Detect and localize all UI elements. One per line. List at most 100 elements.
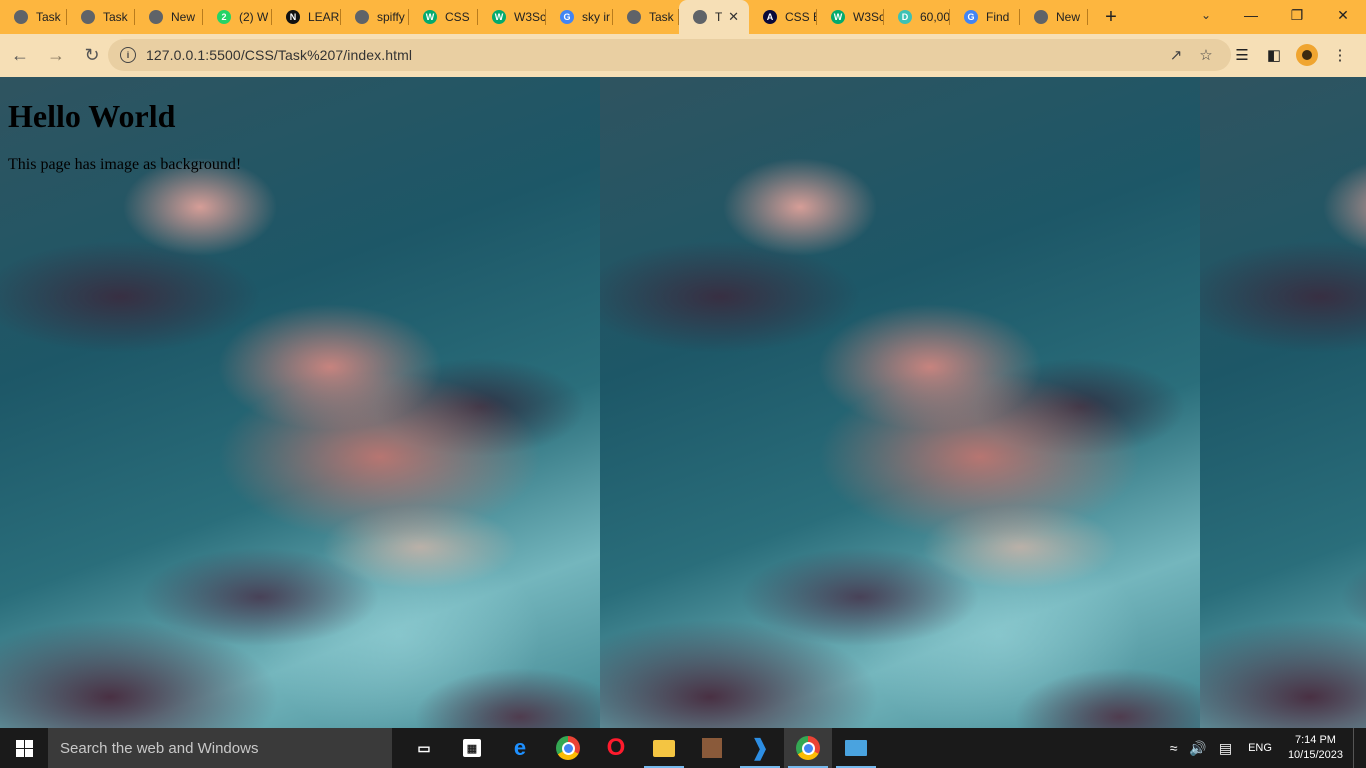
back-button[interactable]: ←	[4, 40, 36, 72]
background-image-tile	[1200, 77, 1366, 728]
browser-tab[interactable]: A CSS E	[749, 0, 817, 34]
tab-title: W3Sc	[853, 10, 884, 24]
notification-message-icon[interactable]: ▤	[1219, 740, 1232, 757]
new-tab-button[interactable]: +	[1094, 0, 1128, 34]
tab-list: Task Task New 2 (2) W N LEAR spiffy W CSS W W3Sc Gsk…	[0, 0, 1088, 34]
browser-tab[interactable]: Task	[67, 0, 135, 34]
codepen-icon: A	[763, 10, 777, 24]
tab-title: New	[171, 10, 196, 24]
vscode-app-button[interactable]: ❱	[736, 728, 784, 768]
browser-tab[interactable]: D 60,00	[884, 0, 950, 34]
w3schools-icon: W	[831, 10, 845, 24]
wifi-icon[interactable]: ≈	[1170, 740, 1178, 756]
globe-icon	[693, 10, 707, 24]
photo-app-button[interactable]	[688, 728, 736, 768]
globe-icon	[355, 10, 369, 24]
opera-icon: O	[606, 734, 626, 761]
tab-search-chevron-icon[interactable]: ⌄	[1192, 0, 1220, 30]
d-icon: D	[898, 10, 912, 24]
browser-tab[interactable]: T ✕	[679, 0, 749, 34]
tab-title: Task	[103, 10, 128, 24]
google-icon: G	[560, 10, 574, 24]
chrome-profile-app-button[interactable]	[784, 728, 832, 768]
w3schools-icon: W	[423, 10, 437, 24]
tab-title: T	[715, 10, 723, 24]
chrome-app-button[interactable]	[544, 728, 592, 768]
globe-icon	[14, 10, 28, 24]
tab-title: 60,00	[920, 10, 950, 24]
system-tray: ≈ 🔊 ▤ ENG 7:14 PM 10/15/2023	[1164, 728, 1366, 768]
whatsapp-icon: 2	[217, 10, 231, 24]
edge-app-button[interactable]: e	[496, 728, 544, 768]
page-viewport: Hello World This page has image as backg…	[0, 77, 1366, 728]
browser-tab[interactable]: 2 (2) W	[203, 0, 272, 34]
browser-toolbar: ← → ↻ i 127.0.0.1:5500/CSS/Task%207/inde…	[0, 34, 1366, 77]
globe-icon	[81, 10, 95, 24]
share-icon[interactable]: ↗	[1161, 46, 1191, 64]
person-icon	[1302, 50, 1312, 60]
clock-date: 10/15/2023	[1287, 749, 1343, 761]
address-bar[interactable]: i 127.0.0.1:5500/CSS/Task%207/index.html…	[108, 39, 1231, 71]
page-heading: Hello World	[8, 98, 176, 134]
media-queue-icon[interactable]: ☰	[1226, 46, 1258, 64]
browser-tab[interactable]: G Find	[950, 0, 1020, 34]
minimize-button[interactable]: —	[1228, 0, 1274, 30]
store-icon: ▦	[463, 739, 481, 757]
browser-tab[interactable]: Gsky ir	[546, 0, 613, 34]
close-tab-icon[interactable]: ✕	[728, 9, 739, 25]
taskbar-clock[interactable]: 7:14 PM 10/15/2023	[1288, 733, 1343, 763]
close-window-button[interactable]: ✕	[1320, 0, 1366, 30]
address-url[interactable]: 127.0.0.1:5500/CSS/Task%207/index.html	[146, 47, 412, 63]
browser-tab[interactable]: New	[1020, 0, 1088, 34]
store-app-button[interactable]: ▦	[448, 728, 496, 768]
tab-title: LEAR	[308, 10, 340, 24]
site-info-icon[interactable]: i	[120, 47, 136, 63]
restore-button[interactable]: ❐	[1274, 0, 1320, 30]
reload-button[interactable]: ↻	[76, 40, 108, 72]
browser-tab[interactable]: Task	[0, 0, 67, 34]
browser-tab[interactable]: New	[135, 0, 203, 34]
browser-tab[interactable]: W CSS	[409, 0, 478, 34]
tab-title: W3Sc	[514, 10, 546, 24]
show-desktop-button[interactable]	[1353, 728, 1366, 768]
chrome-icon	[1034, 10, 1048, 24]
folder-icon	[653, 739, 675, 757]
background-image-tile	[0, 77, 600, 728]
task-view-button[interactable]: ▭	[400, 728, 448, 768]
tab-title: New	[1056, 10, 1081, 24]
side-panel-icon[interactable]: ◧	[1258, 46, 1290, 64]
bookmark-star-icon[interactable]: ☆	[1191, 46, 1221, 64]
background-image-tile	[600, 77, 1200, 728]
browser-tab[interactable]: W W3Sc	[817, 0, 884, 34]
tab-title: CSS	[445, 10, 470, 24]
browser-tab[interactable]: Task	[613, 0, 679, 34]
tab-title: CSS E	[785, 10, 817, 24]
edge-icon: e	[513, 735, 527, 760]
photo-icon	[702, 738, 722, 758]
menu-kebab-icon[interactable]: ⋮	[1324, 46, 1356, 64]
tab-title: Find	[986, 10, 1010, 24]
chrome-icon	[149, 10, 163, 24]
profile-avatar[interactable]	[1296, 44, 1318, 66]
tab-strip: Task Task New 2 (2) W N LEAR spiffy W CSS W W3Sc Gsk…	[0, 0, 1366, 34]
task-view-icon: ▭	[417, 739, 431, 756]
file-explorer-button[interactable]	[640, 728, 688, 768]
tab-title: (2) W	[239, 10, 269, 24]
volume-icon[interactable]: 🔊	[1189, 740, 1206, 757]
clock-time: 7:14 PM	[1294, 734, 1336, 746]
browser-tab[interactable]: spiffy	[341, 0, 409, 34]
start-button[interactable]	[0, 728, 48, 768]
control-panel-icon	[845, 740, 867, 756]
chrome-icon	[796, 736, 820, 760]
control-panel-button[interactable]	[832, 728, 880, 768]
globe-icon	[627, 10, 641, 24]
forward-button[interactable]: →	[40, 40, 72, 72]
taskbar-search-box[interactable]: Search the web and Windows	[48, 728, 392, 768]
window-controls: — ❐ ✕	[1228, 0, 1366, 34]
chrome-icon	[556, 736, 580, 760]
notion-icon: N	[286, 10, 300, 24]
language-indicator[interactable]: ENG	[1248, 742, 1272, 754]
browser-tab[interactable]: N LEAR	[272, 0, 341, 34]
opera-app-button[interactable]: O	[592, 728, 640, 768]
browser-tab[interactable]: W W3Sc	[478, 0, 546, 34]
